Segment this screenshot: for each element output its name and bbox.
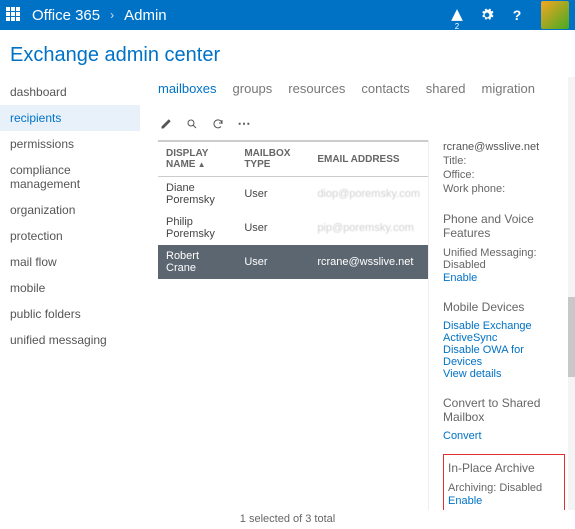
search-icon[interactable] <box>184 116 200 132</box>
tab-contacts[interactable]: contacts <box>361 81 409 96</box>
cell-name: Robert Crane <box>158 245 236 279</box>
view-details-link[interactable]: View details <box>443 368 502 380</box>
col-display-name[interactable]: DISPLAY NAME <box>158 142 236 177</box>
table-row[interactable]: Philip Poremsky User pip@poremsky.com <box>158 211 428 245</box>
help-icon[interactable]: ? <box>507 5 527 25</box>
um-label: Unified Messaging: <box>443 247 537 259</box>
cell-email: diop@poremsky.com <box>309 177 428 212</box>
archive-value: Disabled <box>499 482 542 494</box>
sidebar-item-public-folders[interactable]: public folders <box>0 301 140 327</box>
cell-email: pip@poremsky.com <box>309 211 428 245</box>
sidebar-item-protection[interactable]: protection <box>0 223 140 249</box>
section-phone-voice: Phone and Voice Features <box>443 212 565 240</box>
tab-migration[interactable]: migration <box>482 81 535 96</box>
details-pane: rcrane@wsslive.net Title: Office: Work p… <box>428 140 575 510</box>
cell-type: User <box>236 211 309 245</box>
scrollbar-track[interactable] <box>568 77 575 510</box>
toolbar: ⋯ <box>158 108 575 140</box>
col-email-address[interactable]: EMAIL ADDRESS <box>309 142 428 177</box>
sidebar-item-unified-messaging[interactable]: unified messaging <box>0 327 140 353</box>
sidebar-item-mail-flow[interactable]: mail flow <box>0 249 140 275</box>
app-launcher-icon[interactable] <box>6 7 22 23</box>
sidebar-item-permissions[interactable]: permissions <box>0 131 140 157</box>
tab-resources[interactable]: resources <box>288 81 345 96</box>
um-value: Disabled <box>443 259 486 271</box>
table-row[interactable]: Robert Crane User rcrane@wsslive.net <box>158 245 428 279</box>
page-title: Exchange admin center <box>0 30 575 77</box>
settings-icon[interactable] <box>477 5 497 25</box>
cell-name: Diane Poremsky <box>158 177 236 212</box>
cell-type: User <box>236 177 309 212</box>
archive-enable-link[interactable]: Enable <box>448 495 482 507</box>
table-row[interactable]: Diane Poremsky User diop@poremsky.com <box>158 177 428 212</box>
section-mobile-devices: Mobile Devices <box>443 300 565 314</box>
col-mailbox-type[interactable]: MAILBOX TYPE <box>236 142 309 177</box>
sidebar-item-dashboard[interactable]: dashboard <box>0 79 140 105</box>
disable-owa-devices-link[interactable]: Disable OWA for Devices <box>443 344 524 368</box>
admin-label[interactable]: Admin <box>124 7 167 24</box>
cell-email: rcrane@wsslive.net <box>309 245 428 279</box>
section-in-place-archive: In-Place Archive <box>448 461 560 475</box>
sidebar-item-compliance[interactable]: compliance management <box>0 157 140 197</box>
sidebar-item-organization[interactable]: organization <box>0 197 140 223</box>
disable-eas-link[interactable]: Disable Exchange ActiveSync <box>443 320 532 344</box>
tab-groups[interactable]: groups <box>233 81 273 96</box>
more-icon[interactable]: ⋯ <box>236 116 252 132</box>
mailbox-table: DISPLAY NAME MAILBOX TYPE EMAIL ADDRESS … <box>158 140 428 510</box>
in-place-archive-highlight: In-Place Archive Archiving: Disabled Ena… <box>443 454 565 510</box>
sidebar-item-mobile[interactable]: mobile <box>0 275 140 301</box>
notifications-icon[interactable]: 2 <box>447 5 467 25</box>
tab-shared[interactable]: shared <box>426 81 466 96</box>
convert-link[interactable]: Convert <box>443 430 482 442</box>
um-enable-link[interactable]: Enable <box>443 272 477 284</box>
detail-email: rcrane@wsslive.net <box>443 141 539 153</box>
chevron-right-icon: › <box>110 8 114 22</box>
selection-footer: 1 selected of 3 total <box>0 510 575 528</box>
cell-type: User <box>236 245 309 279</box>
edit-icon[interactable] <box>158 116 174 132</box>
cell-name: Philip Poremsky <box>158 211 236 245</box>
product-name: Office 365 <box>32 7 100 24</box>
scrollbar-thumb[interactable] <box>568 297 575 377</box>
user-avatar[interactable] <box>541 1 569 29</box>
detail-office-label: Office: <box>443 169 475 181</box>
tab-mailboxes[interactable]: mailboxes <box>158 81 217 96</box>
content-area: mailboxes groups resources contacts shar… <box>140 77 575 510</box>
notification-count: 2 <box>455 22 459 31</box>
refresh-icon[interactable] <box>210 116 226 132</box>
sidebar-item-recipients[interactable]: recipients <box>0 105 140 131</box>
detail-title-label: Title: <box>443 155 466 167</box>
detail-workphone-label: Work phone: <box>443 183 505 195</box>
sidebar-nav: dashboard recipients permissions complia… <box>0 77 140 510</box>
section-convert-shared: Convert to Shared Mailbox <box>443 396 565 424</box>
archive-label: Archiving: <box>448 482 496 494</box>
top-bar: Office 365 › Admin 2 ? <box>0 0 575 30</box>
tabs-bar: mailboxes groups resources contacts shar… <box>158 81 575 108</box>
